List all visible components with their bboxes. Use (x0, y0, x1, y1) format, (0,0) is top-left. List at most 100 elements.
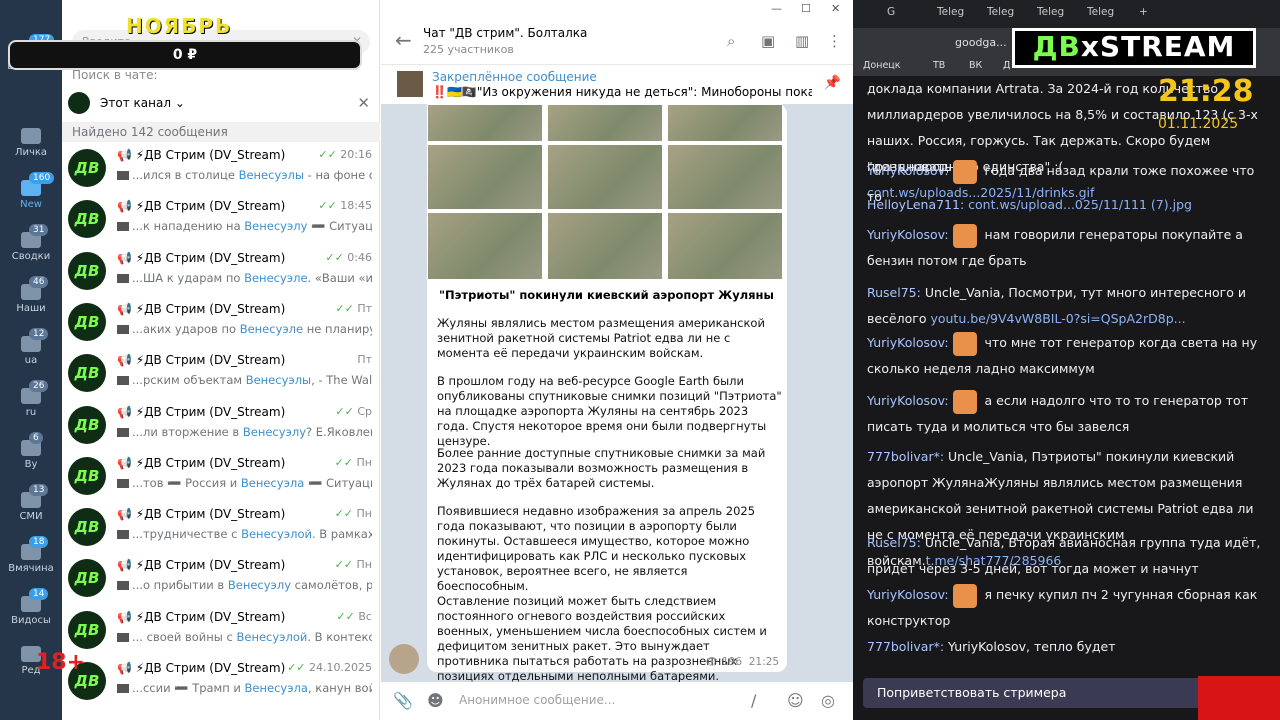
satellite-photo[interactable] (547, 104, 663, 142)
chat-title[interactable]: Чат "ДВ стрим". Болталка (423, 26, 587, 40)
attach-icon[interactable]: 📎 (393, 691, 413, 710)
camera-icon[interactable]: ◎ (821, 691, 835, 710)
search-result-row[interactable]: ДВ 📢 ⚡ДВ Стрим (DV_Stream) ✓✓ Вс ... своей … (62, 607, 380, 658)
satellite-photo[interactable] (667, 212, 783, 280)
result-preview: ...ША к ударам по Венесуэле. «Ваши «исто… (117, 271, 372, 285)
media-thumb-icon (117, 222, 129, 232)
bookmark[interactable]: ВК (969, 60, 982, 71)
result-channel-name: 📢 ⚡ДВ Стрим (DV_Stream) (117, 301, 286, 316)
chat-link[interactable]: youtu.be/9V4vW8BIL-0?si=QSpA2rD8p... (930, 311, 1185, 326)
photo-grid[interactable] (427, 104, 787, 284)
search-result-row[interactable]: ДВ 📢 ⚡ДВ Стрим (DV_Stream) ✓✓ 0:46 ...ША к … (62, 248, 380, 299)
sidebar-toggle-icon[interactable]: ▥ (795, 32, 809, 50)
satellite-photo[interactable] (547, 212, 663, 280)
browser-tab[interactable]: Teleg (937, 6, 964, 18)
folder-by[interactable]: 6 By (0, 432, 62, 470)
chat-link[interactable]: cont.ws/upload...025/11/111 (7).jpg (968, 197, 1192, 212)
preview-post: ➖ Ситуация н... (307, 475, 372, 490)
satellite-photo[interactable] (427, 144, 543, 210)
channel-avatar: ДВ (68, 405, 106, 444)
read-check-icon: ✓✓ (318, 199, 337, 213)
new-tab-icon[interactable]: + (1139, 6, 1148, 18)
folder-icon (21, 128, 41, 144)
media-thumb-icon (117, 530, 129, 540)
search-result-row[interactable]: ДВ 📢 ⚡ДВ Стрим (DV_Stream) Пт ...рским объ… (62, 350, 380, 401)
minimize-icon[interactable]: — (771, 2, 782, 15)
chat-username[interactable]: YuriyKolosov: (867, 587, 949, 602)
chat-username[interactable]: YuriyKolosov: (867, 163, 949, 178)
result-time: ✓✓ Пн (335, 558, 372, 571)
sender-avatar[interactable] (389, 644, 419, 674)
satellite-photo[interactable] (427, 212, 543, 280)
message-paragraph: Жуляны являлись местом размещения америк… (437, 316, 765, 360)
preview-pre: ...рским объектам (132, 373, 246, 388)
browser-tab[interactable]: Teleg (1037, 6, 1064, 18)
chat-username[interactable]: Rusel75: (867, 285, 921, 300)
bookmark[interactable]: ТВ (933, 60, 945, 71)
search-result-row[interactable]: ДВ 📢 ⚡ДВ Стрим (DV_Stream) ✓✓ Пн ...о прибы… (62, 555, 380, 606)
chat-username[interactable]: 777bolivar*: (867, 639, 944, 654)
folder-ours[interactable]: 46 Наши (0, 276, 62, 314)
pinned-message[interactable]: Закреплённое сообщение ‼️🇺🇦🏴‍☠️"Из окруж… (381, 64, 853, 104)
more-menu-icon[interactable]: ⋮ (827, 32, 842, 50)
search-result-row[interactable]: ДВ 📢 ⚡ДВ Стрим (DV_Stream) ✓✓ 20:16 ...ился… (62, 145, 380, 196)
search-result-row[interactable]: ДВ 📢 ⚡ДВ Стрим (DV_Stream) ✓✓ Пн ...труднич… (62, 504, 380, 555)
chat-username[interactable]: YuriyKolosov: (867, 335, 949, 350)
preview-post: самолётов, ранее т... (294, 578, 372, 593)
in-chat-label: Поиск в чате: (72, 68, 158, 82)
folder-personal[interactable]: Личка (0, 128, 62, 158)
search-filter[interactable]: Этот канал ⌄ ✕ (68, 92, 374, 116)
folder-ru[interactable]: 26 ru (0, 380, 62, 418)
search-result-row[interactable]: ДВ 📢 ⚡ДВ Стрим (DV_Stream) ✓✓ Пт ...аких уд… (62, 299, 380, 350)
filter-label: Этот канал ⌄ (100, 96, 185, 110)
read-check-icon: ✓✓ (318, 148, 337, 161)
satellite-photo[interactable] (547, 144, 663, 210)
search-result-row[interactable]: ДВ 📢 ⚡ДВ Стрим (DV_Stream) ✓✓ Пн ...тов ➖ Р… (62, 453, 380, 504)
search-result-row[interactable]: ДВ 📢 ⚡ДВ Стрим (DV_Stream) ✓✓ 24.10.2025..… (62, 658, 380, 709)
logo-right: STREAM (1099, 30, 1236, 63)
result-time: ✓✓ Ср (335, 405, 372, 418)
bookmark[interactable]: Д (1003, 60, 1010, 71)
folder-media[interactable]: 13 СМИ (0, 484, 62, 522)
search-result-row[interactable]: ДВ 📢 ⚡ДВ Стрим (DV_Stream) ✓✓ Ср ...ли втор… (62, 402, 380, 453)
chat-username[interactable]: YuriyKolosov: (867, 393, 949, 408)
message-input[interactable]: Анонимное сообщение... (459, 693, 615, 707)
close-filter-icon[interactable]: ✕ (357, 94, 370, 112)
folder-ua[interactable]: 12 ua (0, 328, 62, 366)
result-time: ✓✓ 20:16 (318, 148, 372, 161)
folder-badge: 6 (29, 432, 43, 444)
folder-new[interactable]: 160 New (0, 172, 62, 210)
search-icon[interactable]: ⌕ (727, 32, 735, 50)
browser-tab[interactable]: Teleg (987, 6, 1014, 18)
search-result-row[interactable]: ДВ 📢 ⚡ДВ Стрим (DV_Stream) ✓✓ 18:45 ...к на… (62, 196, 380, 247)
back-arrow-icon[interactable]: ← (395, 28, 412, 52)
preview-highlight: Венесуэле (239, 321, 304, 336)
anon-avatar-icon[interactable]: ☻ (427, 691, 444, 710)
bookmark[interactable]: Донецк (863, 60, 901, 71)
folder-vmyachina[interactable]: 18 Вмячина (0, 536, 62, 574)
emoji-icon[interactable]: ☺ (787, 691, 804, 710)
chat-username[interactable]: 777bolivar*: (867, 449, 944, 464)
command-icon[interactable]: / (751, 691, 756, 710)
chat-username[interactable]: YuriyKolosov: (867, 227, 949, 242)
chat-username[interactable]: HelloyLena711: (867, 197, 964, 212)
window-controls: — ☐ ✕ (381, 0, 853, 18)
pin-icon[interactable]: 📌 (824, 75, 841, 91)
folder-summaries[interactable]: 31 Сводки (0, 224, 62, 262)
message-bubble[interactable]: "Пэтриоты" покинули киевский аэропорт Жу… (427, 104, 787, 683)
satellite-photo[interactable] (667, 104, 783, 142)
preview-pre: ... своей войны с (132, 629, 237, 644)
satellite-photo[interactable] (667, 144, 783, 210)
folder-videos[interactable]: 14 Видосы (0, 588, 62, 626)
maximize-icon[interactable]: ☐ (801, 2, 811, 15)
browser-tab[interactable]: Teleg (1087, 6, 1114, 18)
browser-tab[interactable]: G (887, 6, 895, 18)
satellite-photo[interactable] (427, 104, 543, 142)
preview-post: . «Ваши «источни... (307, 270, 372, 285)
live-stream-icon[interactable]: ▣ (761, 32, 775, 50)
stream-chat-message: YuriyKolosov: нам говорили генераторы по… (867, 222, 1267, 274)
close-window-icon[interactable]: ✕ (831, 2, 840, 15)
search-results-panel: Введите✕ Поиск в чате: Этот канал ⌄ ✕ На… (62, 0, 380, 720)
chat-username[interactable]: Rusel75: (867, 535, 921, 550)
preview-pre: ...трудничестве с (132, 527, 242, 542)
